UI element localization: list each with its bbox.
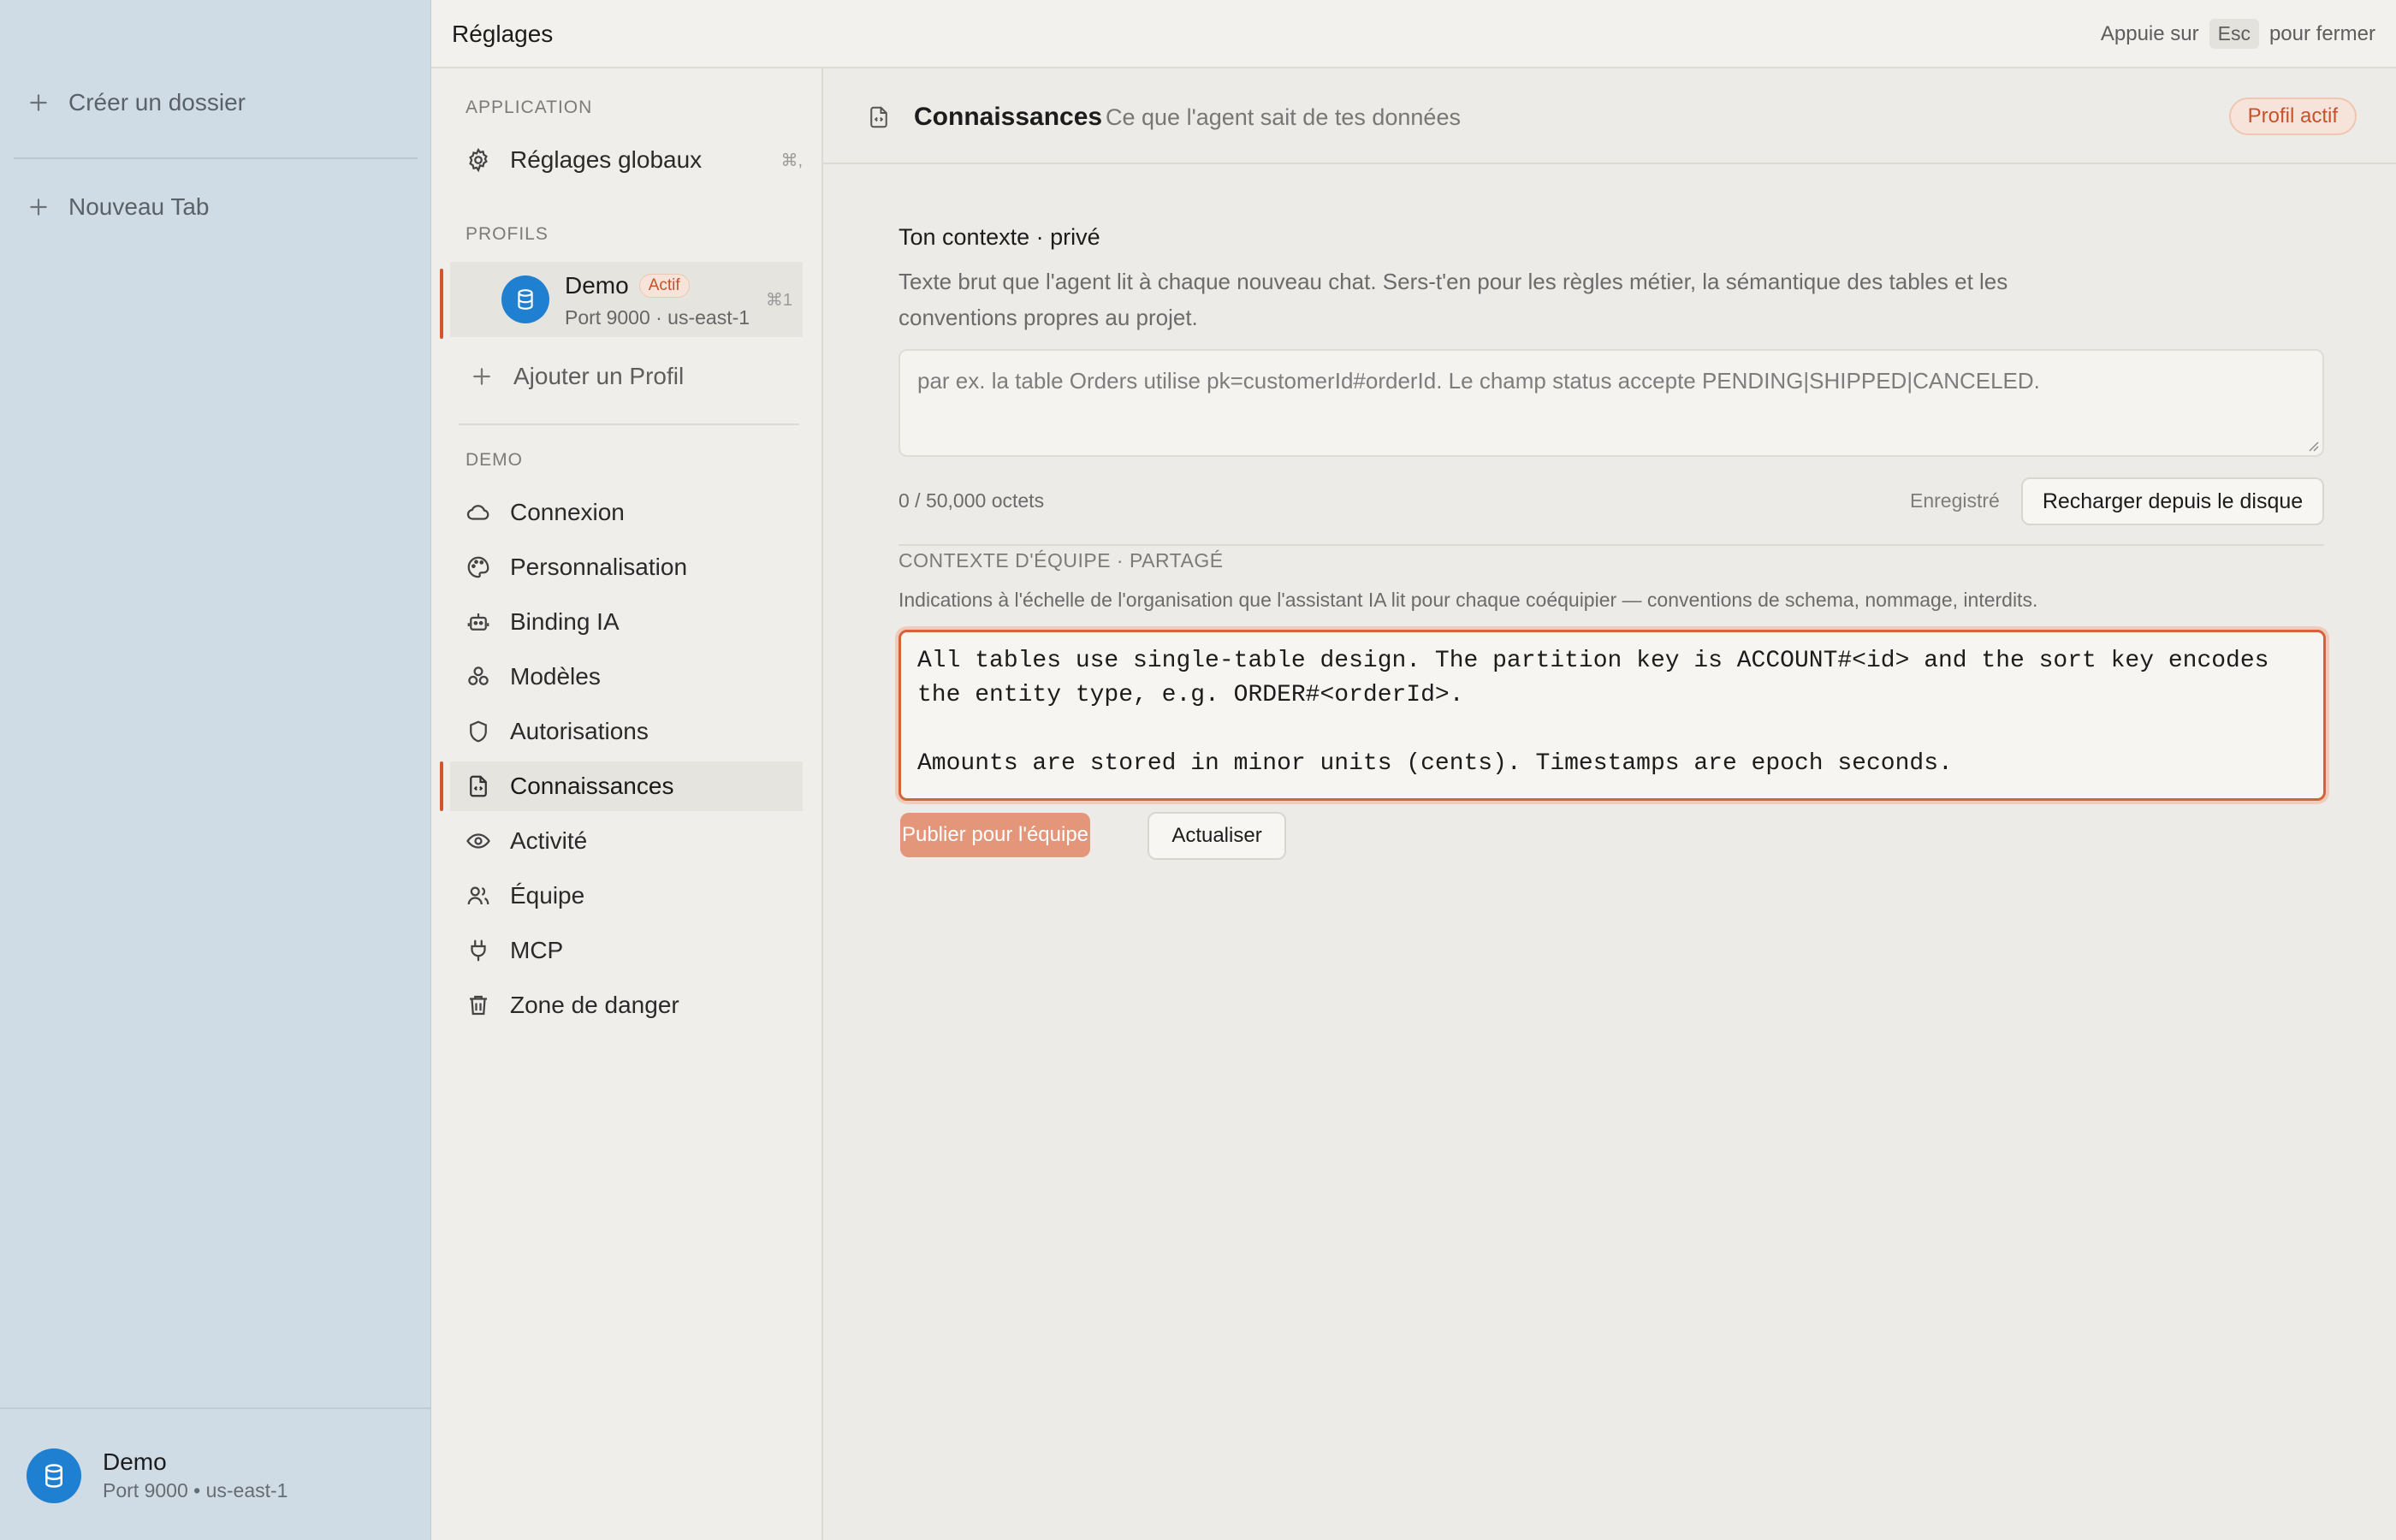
section-application: APPLICATION bbox=[466, 98, 593, 117]
nav-label: Modèles bbox=[510, 663, 601, 690]
nav-item-zone-de-danger[interactable]: Zone de danger bbox=[466, 980, 803, 1030]
private-context-title: Ton contexte · privé bbox=[898, 224, 1100, 250]
nav-item-mcp[interactable]: MCP bbox=[466, 926, 803, 975]
team-context-description: Indications à l'échelle de l'organisatio… bbox=[898, 589, 2038, 611]
nav-label: Connexion bbox=[510, 499, 625, 525]
create-folder-button[interactable]: Créer un dossier bbox=[27, 89, 246, 116]
close-hint: Appuie sur Esc pour fermer bbox=[2101, 19, 2375, 49]
profile-item-demo[interactable]: Demo Actif Port 9000 · us-east-1 ⌘1 bbox=[450, 262, 803, 337]
nav-label: Autorisations bbox=[510, 718, 649, 744]
plus-icon bbox=[27, 92, 50, 114]
team-context-textarea[interactable]: All tables use single-table design. The … bbox=[898, 630, 2326, 801]
nav-label: Réglages globaux bbox=[510, 146, 703, 173]
app-sidebar: Créer un dossier Nouveau Tab Demo Port 9… bbox=[0, 0, 431, 1540]
settings-topbar: Réglages Appuie sur Esc pour fermer bbox=[431, 0, 2396, 68]
database-icon bbox=[27, 1448, 81, 1503]
save-status: Enregistré bbox=[1910, 489, 2000, 512]
new-tab-label: Nouveau Tab bbox=[68, 193, 210, 220]
panel-header: Connaissances Ce que l'agent sait de tes… bbox=[823, 68, 2396, 164]
hint-prefix: Appuie sur bbox=[2100, 21, 2199, 45]
nav-label: Binding IA bbox=[510, 608, 620, 635]
document-code-icon bbox=[866, 104, 892, 130]
new-tab-button[interactable]: Nouveau Tab bbox=[27, 193, 210, 221]
refresh-button[interactable]: Actualiser bbox=[1148, 812, 1286, 860]
shortcut-hint: ⌘, bbox=[780, 151, 803, 170]
nav-item-equipe[interactable]: Équipe bbox=[466, 871, 803, 921]
add-profile-button[interactable]: Ajouter un Profil bbox=[469, 352, 806, 401]
profile-subtitle: Port 9000 · us-east-1 bbox=[565, 306, 750, 329]
profile-name: Demo bbox=[565, 272, 629, 299]
esc-key: Esc bbox=[2209, 19, 2259, 49]
connection-subtitle: Port 9000 • us-east-1 bbox=[103, 1479, 288, 1502]
settings-nav: APPLICATION Réglages globaux ⌘, PROFILS … bbox=[431, 68, 823, 1540]
nav-label: Connaissances bbox=[510, 773, 674, 799]
reload-from-disk-button[interactable]: Recharger depuis le disque bbox=[2021, 477, 2324, 525]
shield-icon bbox=[466, 719, 491, 744]
nav-item-modeles[interactable]: Modèles bbox=[466, 652, 803, 702]
robot-icon bbox=[466, 609, 491, 635]
plus-icon bbox=[27, 196, 50, 218]
connection-name: Demo bbox=[103, 1448, 167, 1475]
publish-team-button[interactable]: Publier pour l'équipe bbox=[900, 813, 1090, 857]
active-profile-badge: Profil actif bbox=[2228, 98, 2357, 135]
nav-item-personnalisation[interactable]: Personnalisation bbox=[466, 542, 803, 592]
trash-icon bbox=[466, 992, 491, 1018]
document-code-icon bbox=[466, 773, 491, 799]
hint-suffix: pour fermer bbox=[2268, 21, 2375, 45]
models-icon bbox=[466, 664, 491, 690]
panel-subtitle: Ce que l'agent sait de tes données bbox=[1106, 104, 1461, 130]
byte-counter: 0 / 50,000 octets bbox=[898, 489, 1045, 512]
nav-label: Activité bbox=[510, 827, 588, 854]
nav-item-binding-ia[interactable]: Binding IA bbox=[466, 597, 803, 647]
database-icon bbox=[501, 275, 549, 323]
page-title: Réglages bbox=[452, 21, 554, 47]
nav-item-connexion[interactable]: Connexion bbox=[466, 488, 803, 537]
section-profiles: PROFILS bbox=[466, 224, 549, 244]
resize-grip-icon[interactable] bbox=[2305, 438, 2319, 452]
textarea-placeholder: par ex. la table Orders utilise pk=custo… bbox=[917, 368, 2040, 394]
connection-footer[interactable]: Demo Port 9000 • us-east-1 bbox=[0, 1407, 431, 1540]
nav-divider bbox=[459, 424, 799, 425]
section-divider bbox=[898, 544, 2324, 546]
knowledge-panel: Connaissances Ce que l'agent sait de tes… bbox=[823, 68, 2396, 1540]
shortcut-hint: ⌘1 bbox=[765, 291, 792, 310]
private-context-textarea[interactable]: par ex. la table Orders utilise pk=custo… bbox=[898, 349, 2324, 457]
active-nav-marker bbox=[440, 761, 443, 811]
nav-label: Personnalisation bbox=[510, 554, 688, 580]
nav-label: Zone de danger bbox=[510, 992, 679, 1018]
plug-icon bbox=[466, 938, 491, 963]
eye-icon bbox=[466, 828, 491, 854]
palette-icon bbox=[466, 554, 491, 580]
plus-icon bbox=[469, 364, 495, 389]
add-profile-label: Ajouter un Profil bbox=[513, 363, 685, 389]
section-demo: DEMO bbox=[466, 450, 523, 470]
nav-item-activite[interactable]: Activité bbox=[466, 816, 803, 866]
team-context-title: CONTEXTE D'ÉQUIPE · PARTAGÉ bbox=[898, 549, 1224, 572]
users-icon bbox=[466, 883, 491, 909]
panel-title: Connaissances bbox=[914, 103, 1103, 131]
private-context-description: Texte brut que l'agent lit à chaque nouv… bbox=[898, 269, 2008, 330]
create-folder-label: Créer un dossier bbox=[68, 89, 246, 116]
active-profile-marker bbox=[440, 269, 443, 339]
sidebar-divider bbox=[14, 157, 418, 159]
active-badge: Actif bbox=[638, 274, 690, 298]
nav-label: Équipe bbox=[510, 882, 585, 909]
nav-item-connaissances[interactable]: Connaissances bbox=[450, 761, 803, 811]
cloud-icon bbox=[466, 500, 491, 525]
nav-item-autorisations[interactable]: Autorisations bbox=[466, 707, 803, 756]
nav-label: MCP bbox=[510, 937, 564, 963]
nav-item-global-settings[interactable]: Réglages globaux ⌘, bbox=[466, 135, 803, 185]
gear-icon bbox=[466, 147, 491, 173]
